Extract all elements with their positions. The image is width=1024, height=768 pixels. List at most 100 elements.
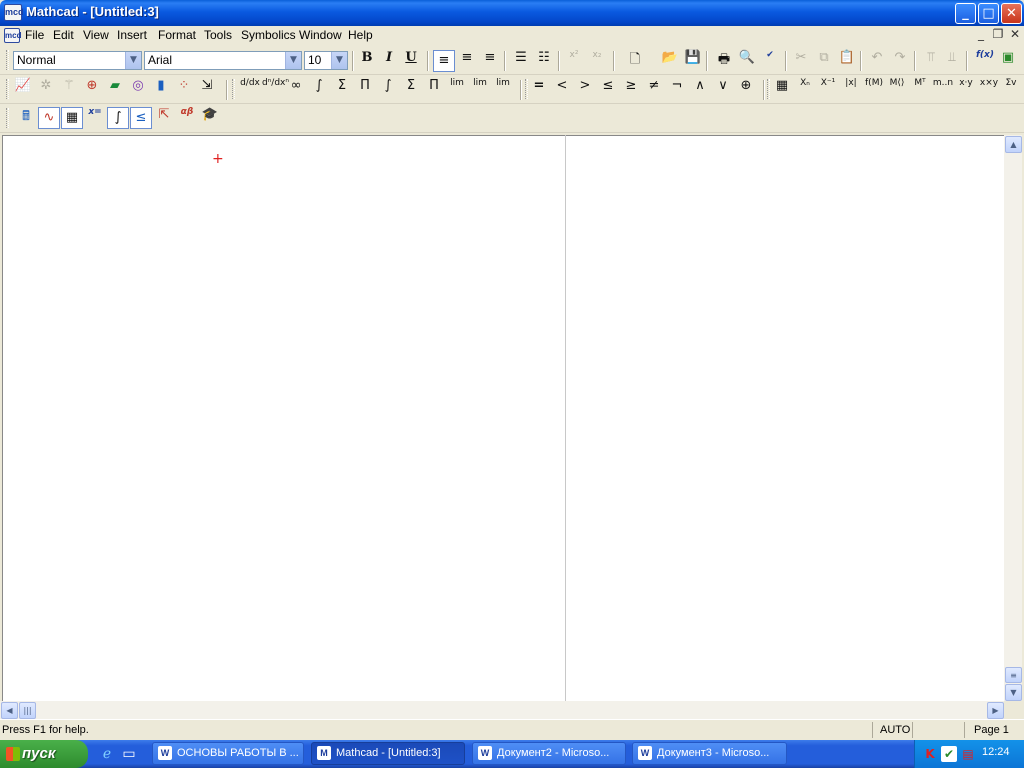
calculator-icon[interactable]: 🖩 [15,107,37,129]
taskbar-item[interactable]: W Документ2 - Microso... [472,742,626,765]
limit-right-button[interactable]: lim [469,78,491,100]
redo-icon[interactable]: ↷ [889,50,911,72]
not-button[interactable]: ¬ [666,78,688,100]
language-flag-icon[interactable]: ▤ [960,746,976,762]
nth-derivative-button[interactable]: dⁿ/dxⁿ [262,78,289,100]
cut-icon[interactable]: ✂ [790,50,812,72]
programming-toolbar-icon[interactable]: ⇱ [153,107,175,129]
toolbar-grip[interactable] [6,79,9,99]
calculus-toolbar-icon[interactable]: ∫ [107,107,129,129]
italic-button[interactable]: I [378,50,400,72]
vertical-scrollbar[interactable] [1004,135,1022,701]
scroll-left-button[interactable]: ◀ [1,702,18,719]
insert-unit-icon[interactable]: ▣ [997,50,1019,72]
limit-left-button[interactable]: lim [492,78,514,100]
greater-than-button[interactable]: > [574,78,596,100]
chevron-down-icon[interactable]: ▼ [285,52,301,69]
taskbar-item[interactable]: W ОСНОВЫ РАБОТЫ В ... [152,742,304,765]
open-folder-icon[interactable]: 📂 [659,50,681,72]
superscript-button[interactable]: x² [563,50,585,72]
doc-minimize-button[interactable]: _ [973,27,989,42]
limit-button[interactable]: lim [446,78,468,100]
range-variable-button[interactable]: m..n [932,78,954,100]
style-select[interactable]: Normal ▼ [13,51,142,70]
mathcad-app-icon[interactable]: mcd [4,4,24,21]
subscript-button[interactable]: Xₙ [794,78,816,100]
toolbar-grip[interactable] [6,108,9,128]
print-icon[interactable]: 🖶 [713,50,735,72]
equal-button[interactable]: = [528,78,550,100]
menu-symbolics[interactable]: Symbolics [241,28,296,42]
taskbar-item[interactable]: W Документ3 - Microso... [632,742,787,765]
menu-format[interactable]: Format [158,28,196,42]
transpose-button[interactable]: Mᵀ [909,78,931,100]
column-button[interactable]: M⟨⟩ [886,78,908,100]
print-preview-icon[interactable]: 🔍 [736,50,758,72]
greek-toolbar-button[interactable]: αβ [176,107,198,129]
symbolic-toolbar-icon[interactable]: 🎓 [199,107,221,129]
toolbar-grip[interactable] [232,79,235,99]
spell-check-icon[interactable]: ✔ [759,50,781,72]
font-select[interactable]: Arial ▼ [144,51,302,70]
underline-button[interactable]: U [400,50,422,72]
scroll-thumb-vertical[interactable]: ≡ [1005,667,1022,683]
copy-icon[interactable]: ⧉ [813,50,835,72]
align-top-icon[interactable]: ⫪ [920,50,942,72]
font-size-select[interactable]: 10 ▼ [304,51,348,70]
menu-file[interactable]: File [25,28,44,42]
determinant-button[interactable]: |x| [840,78,862,100]
toolbar-grip[interactable] [767,79,770,99]
doc-close-button[interactable]: ✕ [1007,27,1023,42]
menu-window[interactable]: Window [299,28,342,42]
zoom-plot-icon[interactable]: ⚚ [58,78,80,100]
insert-function-button[interactable]: f(x) [974,50,996,72]
menu-insert[interactable]: Insert [117,28,147,42]
and-button[interactable]: ∧ [689,78,711,100]
surface-plot-icon[interactable]: ▰ [104,78,126,100]
scroll-right-button[interactable]: ▶ [987,702,1004,719]
kaspersky-icon[interactable]: K [922,746,938,762]
chevron-down-icon[interactable]: ▼ [331,52,347,69]
save-icon[interactable]: 💾 [682,50,704,72]
cross-product-button[interactable]: x×y [978,78,1000,100]
bullet-list-icon[interactable]: ☰ [510,50,532,72]
vector-sum-button[interactable]: Σv [1000,78,1022,100]
product-button[interactable]: Π [354,78,376,100]
not-equal-button[interactable]: ≠ [643,78,665,100]
less-equal-button[interactable]: ≤ [597,78,619,100]
derivative-button[interactable]: d/dx [239,78,261,100]
polar-plot-icon[interactable]: ✲ [35,78,57,100]
document-icon[interactable]: mcd [4,28,21,43]
minimize-button[interactable]: _ [955,3,976,24]
undo-icon[interactable]: ↶ [866,50,888,72]
menu-tools[interactable]: Tools [204,28,232,42]
range-product-button[interactable]: Π [423,78,445,100]
subscript-button[interactable]: x₂ [586,50,608,72]
polar-graph-icon[interactable]: ⊕ [81,78,103,100]
worksheet-page[interactable] [2,135,1004,701]
new-document-icon[interactable]: 🗋 [624,50,646,72]
doc-restore-button[interactable]: ❐ [990,27,1006,42]
xor-button[interactable]: ⊕ [735,78,757,100]
paste-icon[interactable]: 📋 [836,50,858,72]
matrix-button[interactable]: ▦ [771,78,793,100]
chevron-down-icon[interactable]: ▼ [125,52,141,69]
menu-help[interactable]: Help [348,28,373,42]
toolbar-grip[interactable] [6,50,9,70]
scroll-thumb-horizontal[interactable]: ||| [19,702,36,719]
bold-button[interactable]: B [356,50,378,72]
vector-field-icon[interactable]: ⇲ [196,78,218,100]
indefinite-integral-button[interactable]: ∫ [377,78,399,100]
bar-plot-icon[interactable]: ▮ [150,78,172,100]
scroll-up-button[interactable]: ▲ [1005,136,1022,153]
range-sum-button[interactable]: Σ [400,78,422,100]
menu-view[interactable]: View [83,28,109,42]
show-desktop-icon[interactable]: ▭ [120,745,138,763]
close-button[interactable]: ✕ [1001,3,1022,24]
security-check-icon[interactable]: ✔ [941,746,957,762]
internet-explorer-icon[interactable]: ℯ [98,745,116,763]
scatter-plot-icon[interactable]: ⁘ [173,78,195,100]
align-left-button[interactable]: ≡ [433,50,455,72]
infinity-button[interactable]: ∞ [285,78,307,100]
definite-integral-button[interactable]: ∫ [308,78,330,100]
